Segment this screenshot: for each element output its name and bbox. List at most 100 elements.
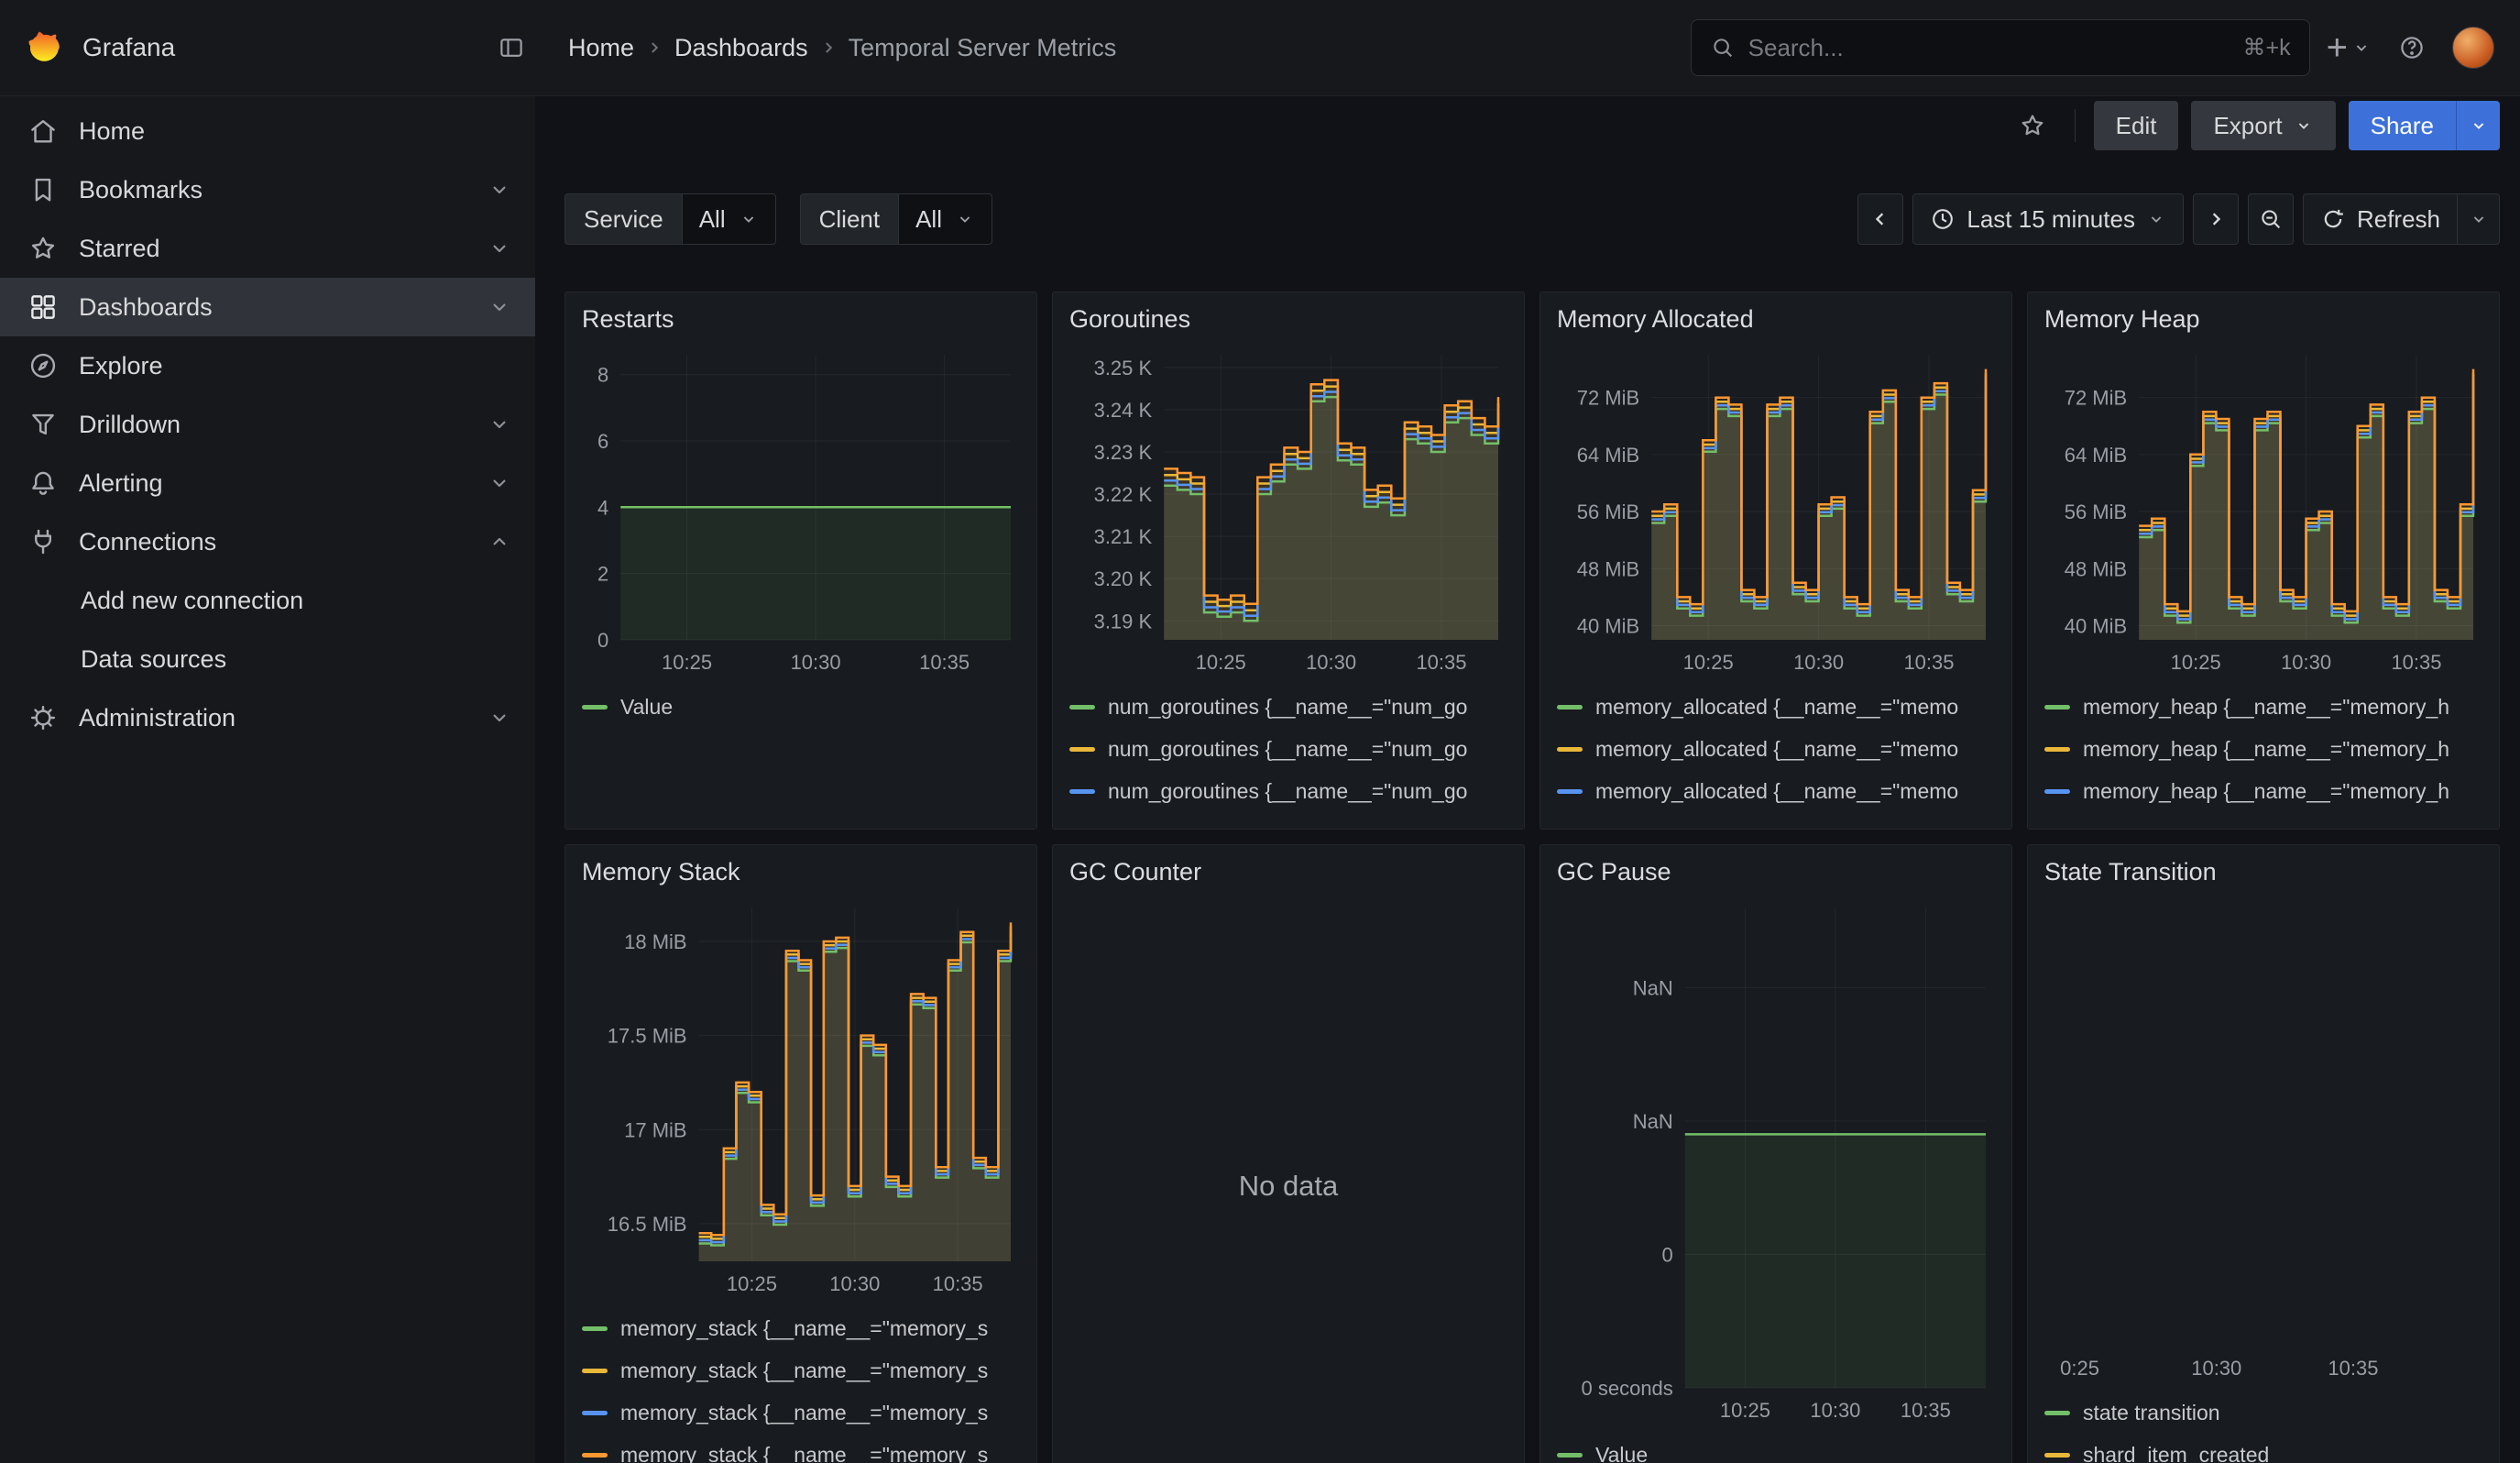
legend-item[interactable]: memory_heap {__name__="memory_h (2044, 770, 2482, 812)
edit-button[interactable]: Edit (2094, 101, 2179, 150)
chevron-down-icon (488, 236, 511, 260)
sidebar-item-alerting[interactable]: Alerting (0, 454, 535, 512)
svg-text:17 MiB: 17 MiB (624, 1118, 686, 1141)
search-box[interactable]: ⌘+k (1691, 19, 2310, 76)
legend-item[interactable]: num_goroutines {__name__="num_go (1069, 686, 1507, 728)
variable-service-select[interactable]: All (682, 193, 776, 245)
legend-item[interactable]: memory_stack {__name__="memory_s (582, 1392, 1020, 1434)
template-variables: Service All Client All (564, 193, 992, 245)
svg-text:40 MiB: 40 MiB (1577, 614, 1639, 637)
panel-title-text: Memory Allocated (1557, 305, 1754, 344)
sidebar-item-bookmarks[interactable]: Bookmarks (0, 160, 535, 219)
svg-text:72 MiB: 72 MiB (1577, 387, 1639, 410)
legend-item[interactable]: memory_allocated {__name__="memo (1557, 770, 1995, 812)
chart-goroutines[interactable]: 3.19 K3.20 K3.21 K3.22 K3.23 K3.24 K3.25… (1069, 344, 1507, 682)
sidebar-item-starred[interactable]: Starred (0, 219, 535, 278)
sidebar-item-add-new-connection[interactable]: Add new connection (0, 571, 535, 630)
panel-title[interactable]: GC Counter (1069, 858, 1507, 896)
chart-memory-stack[interactable]: 16.5 MiB17 MiB17.5 MiB18 MiB10:2510:3010… (582, 896, 1020, 1304)
chevron-left-icon (1868, 206, 1893, 232)
panel-title[interactable]: Memory Heap (2044, 305, 2482, 344)
series-color-marker (2044, 1453, 2070, 1458)
breadcrumb-dashboards[interactable]: Dashboards (674, 34, 808, 62)
series-color-marker (2044, 705, 2070, 710)
legend: state transitionshard_item_created (2044, 1388, 2482, 1463)
sidebar-item-data-sources[interactable]: Data sources (0, 630, 535, 688)
user-avatar[interactable] (2452, 27, 2494, 69)
legend-item[interactable]: Value (1557, 1434, 1995, 1463)
export-button[interactable]: Export (2191, 101, 2335, 150)
help-button[interactable] (2388, 24, 2436, 72)
svg-text:3.24 K: 3.24 K (1094, 399, 1153, 422)
legend: memory_stack {__name__="memory_smemory_s… (582, 1304, 1020, 1463)
legend-item[interactable]: memory_heap {__name__="memory_h (2044, 686, 2482, 728)
chart-memory-allocated[interactable]: 40 MiB48 MiB56 MiB64 MiB72 MiB10:2510:30… (1557, 344, 1995, 682)
share-options-button[interactable] (2456, 101, 2500, 150)
variable-client-label: Client (800, 193, 898, 245)
search-shortcut: ⌘+k (2243, 34, 2291, 61)
refresh-button[interactable]: Refresh (2303, 193, 2458, 245)
svg-text:56 MiB: 56 MiB (1577, 500, 1639, 523)
legend-item[interactable]: shard_item_created (2044, 1434, 2482, 1463)
series-color-marker (582, 705, 608, 710)
legend: num_goroutines {__name__="num_gonum_goro… (1069, 682, 1507, 820)
panel-title[interactable]: Memory Allocated (1557, 305, 1995, 344)
sidebar-item-explore[interactable]: Explore (0, 336, 535, 395)
favorite-dashboard-button[interactable] (2009, 102, 2056, 149)
legend-item[interactable]: state transition (2044, 1392, 2482, 1434)
time-shift-back-button[interactable] (1857, 193, 1903, 245)
search-input[interactable] (1748, 34, 2230, 62)
legend-label: num_goroutines {__name__="num_go (1108, 695, 1467, 720)
legend-item[interactable]: memory_heap {__name__="memory_h (2044, 812, 2482, 820)
legend-item[interactable]: memory_heap {__name__="memory_h (2044, 728, 2482, 770)
svg-text:10:25: 10:25 (1720, 1399, 1770, 1422)
legend-item[interactable]: memory_stack {__name__="memory_s (582, 1349, 1020, 1392)
time-range-picker[interactable]: Last 15 minutes (1912, 193, 2184, 245)
panel-title[interactable]: GC Pause (1557, 858, 1995, 896)
panel-title[interactable]: Restarts (582, 305, 1020, 344)
legend-item[interactable]: num_goroutines {__name__="num_go (1069, 812, 1507, 820)
zoom-out-time-button[interactable] (2248, 193, 2294, 245)
legend-item[interactable]: memory_allocated {__name__="memo (1557, 728, 1995, 770)
time-controls: Last 15 minutes Refresh (1857, 193, 2500, 245)
legend-label: memory_stack {__name__="memory_s (620, 1316, 988, 1341)
chevron-right-icon (817, 37, 839, 59)
topbar-actions: ⌘+k + (1691, 19, 2494, 76)
panel-title[interactable]: State Transition (2044, 858, 2482, 896)
sidebar-item-dashboards[interactable]: Dashboards (0, 278, 535, 336)
brand: Grafana (26, 24, 535, 72)
refresh-interval-button[interactable] (2458, 193, 2500, 245)
legend-item[interactable]: num_goroutines {__name__="num_go (1069, 728, 1507, 770)
add-new-button[interactable]: + (2327, 29, 2372, 66)
legend-item[interactable]: memory_allocated {__name__="memo (1557, 686, 1995, 728)
share-button[interactable]: Share (2349, 101, 2456, 150)
legend-item[interactable]: memory_stack {__name__="memory_s (582, 1307, 1020, 1349)
sidebar-item-label: Connections (79, 528, 216, 556)
chart-restarts[interactable]: 0246810:2510:3010:35 (582, 344, 1020, 682)
chart-state-transition[interactable]: 0:2510:3010:35 (2044, 896, 2482, 1388)
sidebar-item-drilldown[interactable]: Drilldown (0, 395, 535, 454)
no-data-text: No data (1239, 1170, 1339, 1203)
breadcrumb-home[interactable]: Home (568, 34, 634, 62)
sidebar-item-home[interactable]: Home (0, 102, 535, 160)
time-shift-forward-button[interactable] (2193, 193, 2239, 245)
variable-service-label: Service (564, 193, 682, 245)
legend-item[interactable]: num_goroutines {__name__="num_go (1069, 770, 1507, 812)
chart-memory-heap[interactable]: 40 MiB48 MiB56 MiB64 MiB72 MiB10:2510:30… (2044, 344, 2482, 682)
variable-client-select[interactable]: All (898, 193, 992, 245)
chart-gc-pause[interactable]: 0 seconds0NaNNaN10:2510:3010:35 (1557, 896, 1995, 1430)
legend-item[interactable]: memory_allocated {__name__="memo (1557, 812, 1995, 820)
panel-title[interactable]: Goroutines (1069, 305, 1507, 344)
panel-title[interactable]: Memory Stack (582, 858, 1020, 896)
chevron-down-icon (955, 209, 975, 229)
svg-text:10:35: 10:35 (933, 1272, 983, 1295)
svg-text:40 MiB: 40 MiB (2065, 614, 2127, 637)
mega-menu-toggle-button[interactable] (488, 24, 535, 72)
refresh-icon (2320, 206, 2346, 232)
legend-item[interactable]: Value (582, 686, 1020, 728)
funnel-icon (27, 409, 59, 440)
legend-item[interactable]: memory_stack {__name__="memory_s (582, 1434, 1020, 1463)
sidebar-item-administration[interactable]: Administration (0, 688, 535, 747)
sidebar-item-connections[interactable]: Connections (0, 512, 535, 571)
series-color-marker (582, 1326, 608, 1331)
